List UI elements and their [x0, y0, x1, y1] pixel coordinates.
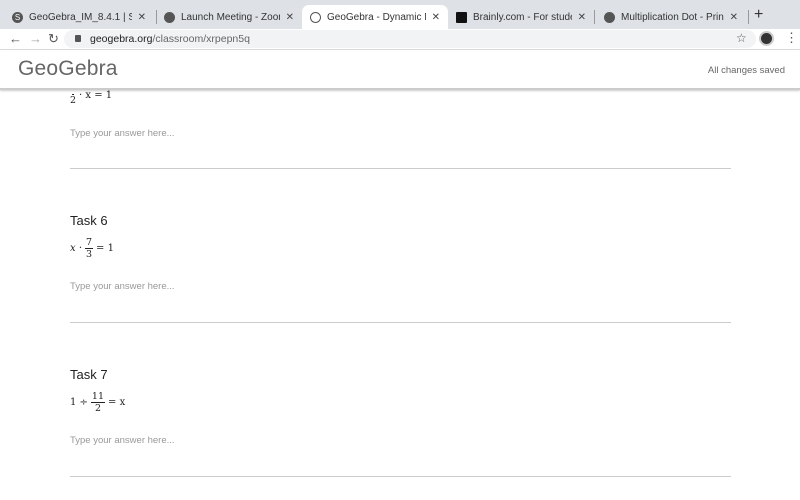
reload-icon[interactable]: ↻ — [48, 31, 59, 47]
lock-icon — [75, 35, 81, 42]
answer-input[interactable]: Type your answer here... — [70, 435, 175, 446]
answer-input[interactable]: Type your answer here... — [70, 281, 175, 292]
menu-icon[interactable]: ⋮ — [785, 30, 798, 46]
new-tab-button[interactable]: + — [754, 6, 763, 24]
bookmark-star-icon[interactable]: ☆ — [736, 31, 747, 45]
divider — [70, 476, 731, 477]
app-header: GeoGebra All changes saved — [0, 50, 800, 90]
task-equation: 1 ÷ 11 2 = x — [70, 391, 126, 414]
task-7: Task 7 1 ÷ 11 2 = x Type your answer here… — [70, 367, 731, 477]
back-icon[interactable]: ← — [9, 31, 22, 46]
close-icon[interactable]: ✕ — [138, 12, 146, 23]
task-title: Task 7 — [70, 367, 108, 382]
task-6: Task 6 x · 73 = 1 Type your answer here.… — [70, 213, 731, 323]
globe-icon — [604, 11, 615, 23]
geogebra-logo: GeoGebra — [18, 57, 118, 80]
tab-geogebra[interactable]: GeoGebra - Dynamic Mathematics✕ — [302, 5, 448, 29]
task-equation: x · 73 = 1 — [70, 237, 114, 260]
schoology-icon: S — [12, 11, 23, 23]
divider — [70, 322, 731, 323]
answer-input[interactable]: Type your answer here... — [70, 128, 175, 139]
tab-brainly[interactable]: Brainly.com - For students. By students.… — [448, 5, 594, 29]
save-status: All changes saved — [707, 65, 785, 76]
url-input[interactable]: geogebra.org/classroom/xrpepn5q — [64, 30, 756, 48]
close-icon[interactable]: ✕ — [730, 12, 738, 23]
geogebra-icon — [310, 11, 321, 23]
forward-icon[interactable]: → — [29, 31, 42, 46]
task-title: Task 6 — [70, 213, 108, 228]
divider — [70, 168, 731, 169]
brainly-icon — [456, 11, 467, 23]
avatar[interactable] — [759, 31, 774, 46]
tab-zoom[interactable]: Launch Meeting - Zoom ✕ — [156, 5, 302, 29]
close-icon[interactable]: ✕ — [432, 12, 440, 23]
globe-icon — [164, 11, 175, 23]
address-bar-row: ← → ↻ geogebra.org/classroom/xrpepn5q ☆ … — [0, 29, 800, 50]
close-icon[interactable]: ✕ — [286, 12, 294, 23]
tab-printwiki[interactable]: Multiplication Dot - PrintWiki✕ — [596, 5, 746, 29]
tab-bar: SGeoGebra_IM_8.4.1 | Schoology✕ Launch M… — [0, 0, 800, 29]
close-icon[interactable]: ✕ — [578, 12, 586, 23]
tab-schoology[interactable]: SGeoGebra_IM_8.4.1 | Schoology✕ — [4, 5, 154, 29]
